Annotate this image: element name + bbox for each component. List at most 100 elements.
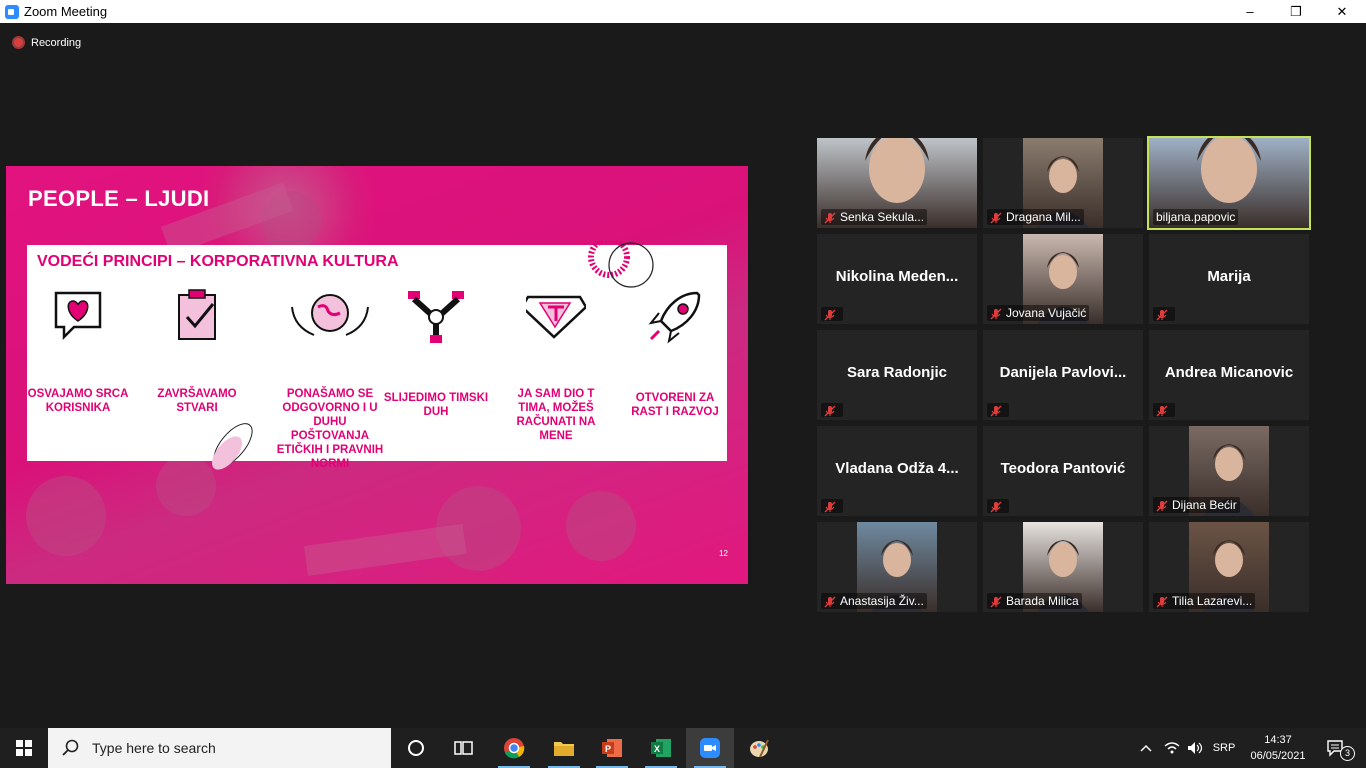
slide-title: PEOPLE – LJUDI <box>28 186 210 211</box>
participant-name: Dijana Bećir <box>1172 498 1237 512</box>
muted-microphone-icon <box>824 211 836 224</box>
participant-tile[interactable]: Nikolina Meden... <box>817 234 977 324</box>
taskbar-paint[interactable] <box>735 728 783 768</box>
participant-name-bar <box>821 307 843 321</box>
shared-screen-slide: PEOPLE – LJUDI VODEĆI PRINCIPI – KORPORA… <box>6 166 748 584</box>
participant-name-center: Andrea Micanovic <box>1164 364 1294 381</box>
participant-name: Dragana Mil... <box>1006 210 1081 224</box>
folder-icon <box>554 742 574 756</box>
svg-text:X: X <box>654 744 660 754</box>
cortana-button[interactable] <box>392 728 440 768</box>
participant-tile[interactable]: Danijela Pavlovi... <box>983 330 1143 420</box>
network-button[interactable] <box>1160 728 1184 768</box>
action-center-button[interactable]: 3 <box>1316 728 1356 768</box>
participant-name-bar <box>821 403 843 417</box>
recording-indicator[interactable]: Recording <box>12 36 81 49</box>
taskbar-zoom[interactable] <box>686 728 734 768</box>
principle-item: ZAVRŠAVAMO STVARI <box>142 287 252 415</box>
participant-name-bar: Dijana Bećir <box>1153 497 1240 513</box>
participant-name-bar: Barada Milica <box>987 593 1082 609</box>
muted-microphone-icon <box>824 404 836 417</box>
zoom-icon <box>700 738 720 758</box>
participant-tile[interactable]: Dijana Bećir <box>1149 426 1309 516</box>
principle-item: OSVAJAMO SRCA KORISNIKA <box>23 287 133 415</box>
principle-label: PONAŠAMO SE ODGOVORNO I U DUHU POŠTOVANJ… <box>276 388 384 470</box>
notification-count-badge: 3 <box>1340 746 1355 761</box>
participant-name: Barada Milica <box>1006 594 1079 608</box>
muted-microphone-icon <box>990 500 1002 513</box>
decorative-circles <box>588 241 654 288</box>
participant-name: Tilia Lazarevi... <box>1172 594 1253 608</box>
muted-microphone-icon <box>990 211 1002 224</box>
show-hidden-icons-button[interactable] <box>1134 728 1158 768</box>
participant-name-center: Marija <box>1207 268 1251 285</box>
muted-microphone-icon <box>1156 499 1168 512</box>
participant-name-bar <box>821 499 843 513</box>
clipboard-check-icon <box>178 289 216 340</box>
super-t-emblem-icon <box>526 295 586 339</box>
principle-label: SLIJEDIMO TIMSKI DUH <box>383 392 489 418</box>
wifi-icon <box>1164 742 1180 754</box>
panel-heading: VODEĆI PRINCIPI – KORPORATIVNA KULTURA <box>37 253 399 270</box>
participant-name-center: Sara Radonjic <box>846 364 948 381</box>
zoom-app-icon <box>5 4 19 19</box>
taskbar-file-explorer[interactable] <box>540 728 588 768</box>
participant-tile[interactable]: Dragana Mil... <box>983 138 1143 228</box>
participant-tile[interactable]: Teodora Pantović <box>983 426 1143 516</box>
principle-item: PONAŠAMO SE ODGOVORNO I U DUHU POŠTOVANJ… <box>275 287 385 471</box>
windows-logo-icon <box>16 740 32 756</box>
taskbar-excel[interactable]: X <box>637 728 685 768</box>
cortana-circle-icon <box>408 740 424 756</box>
participant-name: Senka Sekula... <box>840 210 925 224</box>
principle-item: SLIJEDIMO TIMSKI DUH <box>381 287 491 419</box>
participant-name-center: Danijela Pavlovi... <box>999 364 1127 381</box>
minimize-button[interactable]: – <box>1227 0 1273 23</box>
clock-date: 06/05/2021 <box>1250 750 1306 762</box>
chrome-icon <box>504 738 525 759</box>
participant-tile[interactable]: Senka Sekula... <box>817 138 977 228</box>
taskbar-powerpoint[interactable]: P <box>588 728 636 768</box>
start-button[interactable] <box>0 728 48 768</box>
task-view-button[interactable] <box>440 728 488 768</box>
hands-globe-icon <box>291 294 369 336</box>
taskbar-chrome[interactable] <box>490 728 538 768</box>
participant-name-bar: biljana.papovic <box>1153 209 1239 225</box>
participant-name-bar <box>1153 403 1175 417</box>
volume-button[interactable] <box>1183 728 1207 768</box>
team-hands-icon <box>408 291 464 343</box>
participant-name: Jovana Vujačić <box>1006 306 1087 320</box>
clock-time: 14:37 <box>1264 734 1292 746</box>
taskbar-clock[interactable]: 14:37 06/05/2021 <box>1247 732 1309 764</box>
chevron-up-icon <box>1140 744 1152 752</box>
paint-palette-icon <box>750 739 769 758</box>
principle-label: OTVORENI ZA RAST I RAZVOJ <box>631 392 719 418</box>
svg-text:P: P <box>605 744 611 754</box>
participant-tile[interactable]: Anastasija Živ... <box>817 522 977 612</box>
principle-item: JA SAM DIO T TIMA, MOŽEŠ RAČUNATI NA MEN… <box>501 287 611 443</box>
participant-name-bar <box>1153 307 1175 321</box>
participant-name-bar: Anastasija Živ... <box>821 593 927 609</box>
taskbar-search-box[interactable]: Type here to search <box>48 728 391 768</box>
participant-name-center: Nikolina Meden... <box>835 268 959 285</box>
principle-label: OSVAJAMO SRCA KORISNIKA <box>27 388 129 414</box>
speaker-icon <box>1188 742 1203 754</box>
participant-name-bar: Senka Sekula... <box>821 209 928 225</box>
participant-tile[interactable]: Marija <box>1149 234 1309 324</box>
participant-tile[interactable]: Andrea Micanovic <box>1149 330 1309 420</box>
participant-tile[interactable]: Barada Milica <box>983 522 1143 612</box>
participant-tile[interactable]: Jovana Vujačić <box>983 234 1143 324</box>
window-title: Zoom Meeting <box>24 4 108 19</box>
molecule-sphere <box>566 491 636 561</box>
participant-tile[interactable]: biljana.papovic <box>1147 136 1311 230</box>
search-icon <box>62 739 79 756</box>
maximize-button[interactable]: ❐ <box>1273 0 1319 23</box>
participant-name: biljana.papovic <box>1156 210 1236 224</box>
participant-tile[interactable]: Vladana Odža 4... <box>817 426 977 516</box>
input-language-indicator[interactable]: SRP <box>1208 728 1240 768</box>
molecule-sphere <box>26 476 106 556</box>
participant-tile[interactable]: Sara Radonjic <box>817 330 977 420</box>
participant-tile[interactable]: Tilia Lazarevi... <box>1149 522 1309 612</box>
muted-microphone-icon <box>990 595 1002 608</box>
participant-name-bar <box>987 499 1009 513</box>
close-button[interactable]: ✕ <box>1319 0 1365 23</box>
